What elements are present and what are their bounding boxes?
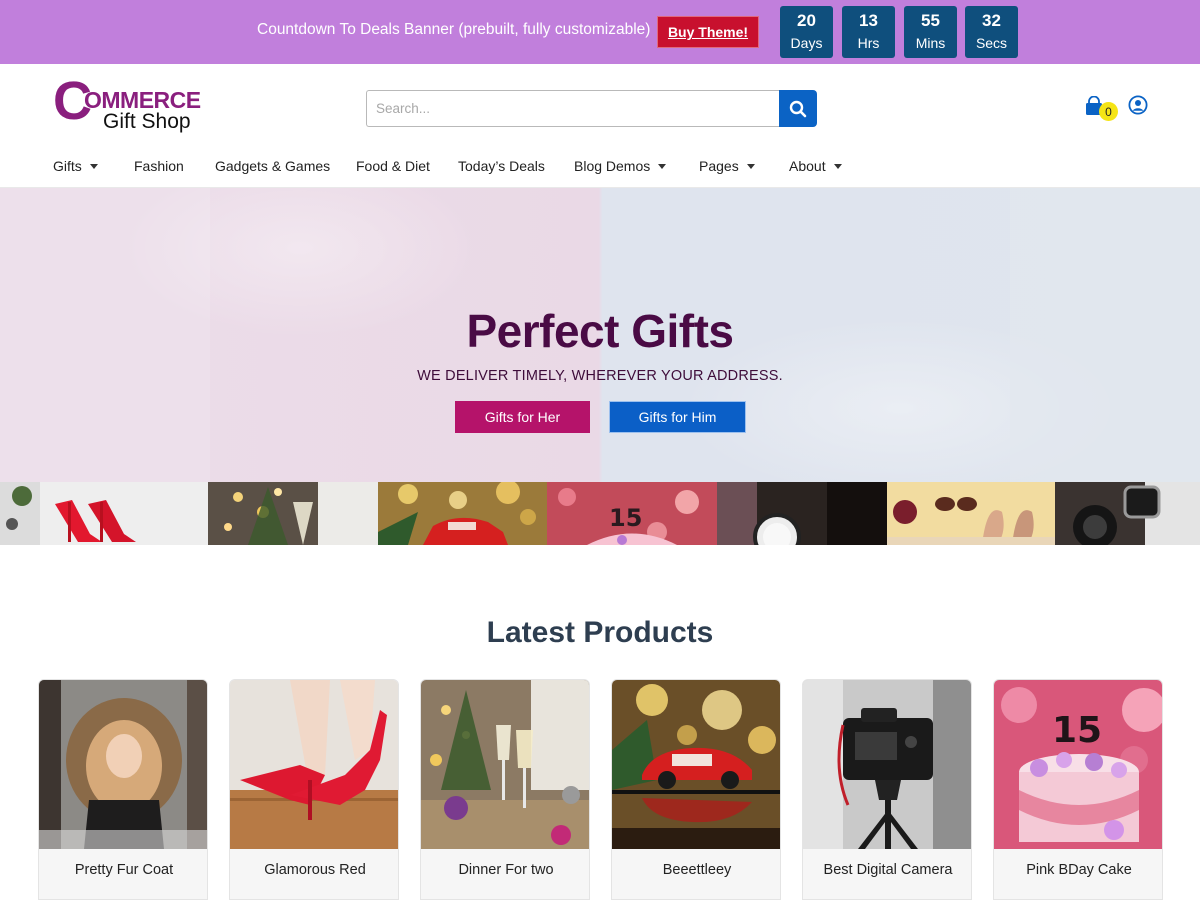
product-image[interactable] <box>230 680 398 849</box>
product-card-pink-bday-cake[interactable]: 15 Pink BDay Cake <box>993 679 1163 900</box>
svg-text:15: 15 <box>1052 710 1102 751</box>
product-card-glamorous-red[interactable]: Glamorous Red <box>229 679 399 900</box>
nav-item-gifts[interactable]: Gifts <box>53 157 98 175</box>
caret-down-icon <box>658 164 667 169</box>
product-name[interactable]: Glamorous Red <box>230 862 398 878</box>
countdown-minutes: 55 Mins <box>904 6 957 58</box>
countdown-minutes-label: Mins <box>915 35 946 51</box>
strip-image-christmas[interactable] <box>208 482 378 545</box>
nav-item-label: About <box>789 158 826 174</box>
buy-theme-button[interactable]: Buy Theme! <box>657 16 759 48</box>
product-image[interactable]: 15 <box>994 680 1162 849</box>
nav-item-blog-demos[interactable]: Blog Demos <box>574 157 667 175</box>
site-logo[interactable]: C OMMERCE Gift Shop <box>53 74 213 136</box>
cart-button[interactable]: 0 <box>1084 96 1118 124</box>
product-card-fur-coat[interactable]: Pretty Fur Coat <box>38 679 208 900</box>
nav-item-label: Fashion <box>134 158 184 174</box>
countdown-days-label: Days <box>790 35 823 51</box>
caret-down-icon <box>746 164 755 169</box>
countdown-days-value: 20 <box>797 11 816 30</box>
countdown-hours-value: 13 <box>859 11 878 30</box>
latest-products-title: Latest Products <box>486 616 714 649</box>
caret-down-icon <box>833 164 842 169</box>
cart-count-badge: 0 <box>1099 102 1118 121</box>
countdown-hours: 13 Hrs <box>842 6 895 58</box>
account-button[interactable] <box>1128 95 1150 117</box>
nav-item-label: Pages <box>699 158 739 174</box>
gifts-for-him-button[interactable]: Gifts for Him <box>609 401 746 433</box>
product-image[interactable] <box>39 680 207 849</box>
nav-item-label: Today’s Deals <box>458 158 545 174</box>
logo-subtitle: Gift Shop <box>103 110 191 133</box>
search-bar <box>366 90 817 127</box>
product-name[interactable]: Best Digital Camera <box>803 862 971 878</box>
nav-item-pages[interactable]: Pages <box>699 157 755 175</box>
nav-item-fashion[interactable]: Fashion <box>134 157 184 175</box>
product-name[interactable]: Pretty Fur Coat <box>39 862 207 878</box>
banner-text: Countdown To Deals Banner (prebuilt, ful… <box>257 21 651 38</box>
svg-text:15: 15 <box>609 504 642 532</box>
strip-image-heels[interactable] <box>0 482 208 545</box>
search-icon <box>789 100 807 117</box>
strip-image-watch[interactable] <box>717 482 887 545</box>
strip-image-gadgets[interactable] <box>1055 482 1200 545</box>
hero-title: Perfect Gifts <box>466 305 734 357</box>
strip-image-summer[interactable] <box>887 482 1055 545</box>
category-image-strip: 15 <box>0 482 1200 545</box>
gifts-for-her-button[interactable]: Gifts for Her <box>455 401 590 433</box>
user-icon <box>1128 95 1148 115</box>
countdown-banner: Countdown To Deals Banner (prebuilt, ful… <box>0 0 1200 64</box>
countdown-seconds-value: 32 <box>982 11 1001 30</box>
product-image[interactable] <box>803 680 971 849</box>
nav-item-label: Gifts <box>53 158 82 174</box>
hero-banner: Perfect Gifts WE DELIVER TIMELY, WHEREVE… <box>0 188 1200 482</box>
countdown-seconds: 32 Secs <box>965 6 1018 58</box>
search-button[interactable] <box>779 90 817 127</box>
nav-item-about[interactable]: About <box>789 157 842 175</box>
nav-item-gadgets-games[interactable]: Gadgets & Games <box>215 157 330 175</box>
caret-down-icon <box>89 164 98 169</box>
strip-image-cake[interactable]: 15 <box>547 482 717 545</box>
hero-subtitle: WE DELIVER TIMELY, WHEREVER YOUR ADDRESS… <box>417 368 783 384</box>
strip-image-car[interactable] <box>378 482 547 545</box>
search-input[interactable] <box>366 90 780 127</box>
product-name[interactable]: Pink BDay Cake <box>994 862 1162 878</box>
logo-wordmark: OMMERCE <box>84 87 201 113</box>
countdown-seconds-label: Secs <box>975 35 1008 51</box>
product-name[interactable]: Dinner For two <box>421 862 589 878</box>
product-name[interactable]: Beeettleey <box>612 862 780 878</box>
countdown-minutes-value: 55 <box>921 11 940 30</box>
product-card-digital-camera[interactable]: Best Digital Camera <box>802 679 972 900</box>
countdown-hours-label: Hrs <box>857 35 880 51</box>
nav-item-food-diet[interactable]: Food & Diet <box>356 157 430 175</box>
product-card-beeettleey[interactable]: Beeettleey <box>611 679 781 900</box>
nav-item-todays-deals[interactable]: Today’s Deals <box>458 157 545 175</box>
product-image[interactable] <box>421 680 589 849</box>
countdown-days: 20 Days <box>780 6 833 58</box>
product-card-dinner-for-two[interactable]: Dinner For two <box>420 679 590 900</box>
nav-item-label: Food & Diet <box>356 158 430 174</box>
nav-item-label: Gadgets & Games <box>215 158 331 174</box>
nav-item-label: Blog Demos <box>574 158 651 174</box>
product-image[interactable] <box>612 680 780 849</box>
